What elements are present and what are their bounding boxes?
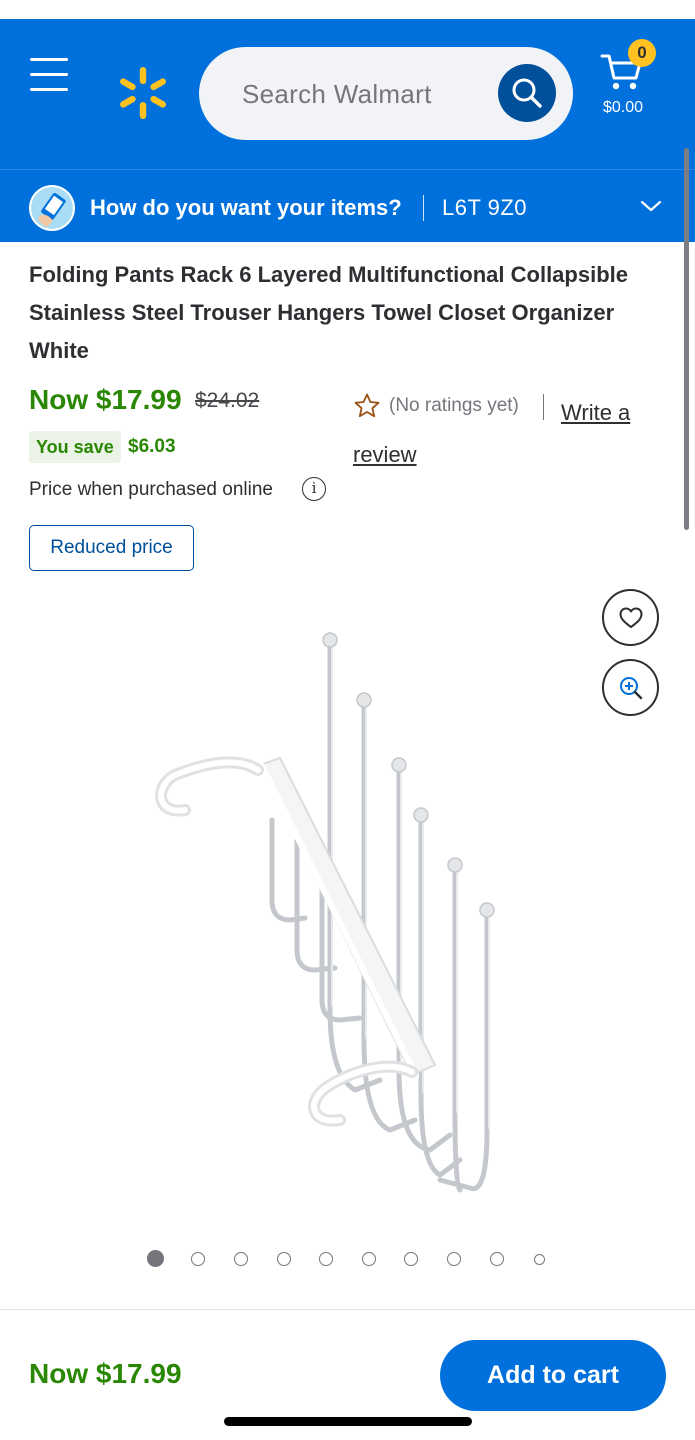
intent-question: How do you want your items? [90,195,402,220]
original-price: $24.02 [195,389,260,412]
walmart-spark-logo[interactable] [118,66,168,120]
hamburger-line [30,73,68,76]
carousel-dot[interactable] [191,1252,205,1266]
product-image[interactable] [140,620,520,1210]
carousel-dot[interactable] [362,1252,376,1266]
add-to-cart-button[interactable]: Add to cart [440,1340,666,1411]
chevron-down-icon [640,200,662,212]
search-bar[interactable]: Search Walmart [199,47,573,140]
hamburger-line [30,88,68,91]
you-save-badge: You save [29,431,121,463]
divider [423,195,424,221]
hamburger-menu-icon [30,58,68,61]
current-price: Now $17.99 [29,384,182,415]
bottom-price: Now $17.99 [29,1358,182,1389]
search-input[interactable]: Search Walmart [242,79,432,110]
search-icon [512,78,542,108]
carousel-dot[interactable] [447,1252,461,1266]
star-outline-icon [354,393,380,418]
cart-count-badge: 0 [628,39,656,67]
menu-button[interactable] [30,58,70,92]
info-icon[interactable]: i [302,477,326,501]
zoom-in-icon [620,677,643,700]
reduced-price-badge: Reduced price [29,525,194,571]
savings-amount: $6.03 [128,436,176,457]
write-review-link-line1[interactable]: Write a [561,392,630,434]
product-title: Folding Pants Rack 6 Layered Multifuncti… [29,262,628,363]
carousel-dot[interactable] [490,1252,504,1266]
rating-status: (No ratings yet) [389,395,519,416]
carousel-dot[interactable] [234,1252,248,1266]
write-review-link-line2[interactable]: review [353,434,417,476]
image-carousel-dots [140,1250,560,1270]
home-indicator[interactable] [224,1417,472,1426]
carousel-dot[interactable] [319,1252,333,1266]
favorite-button[interactable] [602,589,659,646]
cart-total: $0.00 [602,99,644,116]
delivery-intent-icon [29,185,75,231]
carousel-dot[interactable] [534,1254,545,1265]
search-button[interactable] [498,64,556,122]
page-scrollbar[interactable] [684,148,689,530]
carousel-dot[interactable] [404,1252,418,1266]
carousel-dot[interactable] [147,1250,164,1267]
carousel-dot[interactable] [277,1252,291,1266]
delivery-intent-banner[interactable]: How do you want your items? L6T 9Z0 [0,169,695,242]
sticky-add-to-cart-bar: Now $17.99 Add to cart [0,1309,695,1440]
top-header: Search Walmart 0 $0.00 [0,19,695,169]
heart-icon [619,607,643,628]
divider [543,394,544,420]
postal-code: L6T 9Z0 [442,195,528,220]
zoom-button[interactable] [602,659,659,716]
status-bar-area [0,0,695,19]
price-note: Price when purchased online [29,479,273,500]
